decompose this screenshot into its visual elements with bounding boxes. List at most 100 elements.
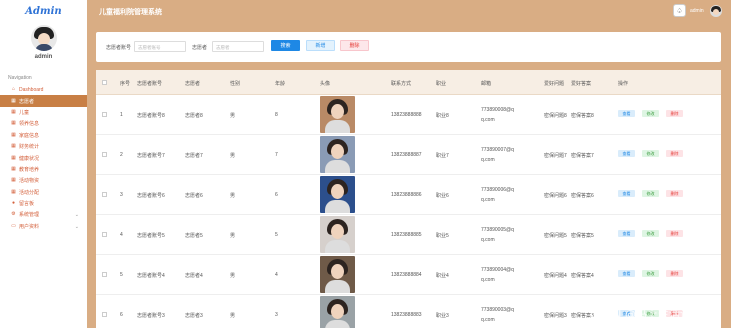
row-delete-button[interactable]: 删除 [666, 110, 683, 117]
cell-gender: 男 [230, 113, 236, 119]
cell-account: 志愿者账号3 [137, 313, 165, 319]
account-search-input[interactable]: 志愿者账号 [134, 41, 186, 52]
grid-icon: ▦ [11, 177, 16, 184]
sidebar-item-label: 活动分配 [19, 189, 40, 196]
cell-email-domain: q.com [481, 237, 495, 243]
sidebar-nav: ⌂ Dashboard ▦ 志愿者 ▦ 儿童 ▦ 领养信息 ▦ 家庭信息 ▦ 财务统计 ▦ 健康状况 ▦ 教育… [0, 84, 87, 232]
avatar-photo [320, 256, 355, 293]
column-header: 志愿者账号 [137, 81, 163, 87]
cell-gender: 男 [230, 233, 236, 239]
cell-question: 密保问题8 [544, 113, 567, 119]
view-button[interactable]: 查看 [618, 110, 635, 117]
app-title: 儿童福利院管理系统 [99, 9, 162, 16]
sidebar-item-7[interactable]: ▦ 教育培养 [0, 164, 87, 175]
header-username[interactable]: admin [690, 8, 704, 14]
cell-age: 5 [275, 232, 278, 238]
cell-account: 志愿者账号6 [137, 193, 165, 199]
column-header: 职业 [436, 81, 447, 87]
home-icon: ⌂ [11, 86, 16, 93]
cell-phone: 13823888885 [391, 232, 422, 238]
row-checkbox[interactable] [102, 152, 107, 157]
column-header: 序号 [120, 81, 131, 87]
cell-email: 773890003@q [481, 307, 514, 313]
cell-age: 7 [275, 152, 278, 158]
view-button[interactable]: 查看 [618, 150, 635, 157]
brand-text: Admin [25, 5, 62, 17]
row-checkbox[interactable] [102, 192, 107, 197]
edit-button[interactable]: 修改 [642, 190, 659, 197]
delete-button[interactable]: 删除 [340, 40, 369, 51]
cell-job: 职业7 [436, 153, 449, 159]
edit-button[interactable]: 修改 [642, 270, 659, 277]
account-label: 志愿者账号 [106, 45, 132, 51]
row-delete-button[interactable]: 删除 [666, 270, 683, 277]
cell-answer: 密保答案7 [571, 153, 594, 159]
grid-icon: ▦ [11, 154, 16, 161]
avatar-photo [320, 176, 355, 213]
edit-button[interactable]: 修改 [642, 150, 659, 157]
sidebar-item-6[interactable]: ▦ 健康状况 [0, 152, 87, 163]
sidebar-item-8[interactable]: ▦ 活动物资 [0, 175, 87, 186]
sidebar-item-10[interactable]: ● 留言板 [0, 198, 87, 209]
cell-email: 773890007@q [481, 147, 514, 153]
view-button[interactable]: 查看 [618, 270, 635, 277]
column-header: 联系方式 [391, 81, 412, 87]
cell-answer: 密保答案4 [571, 273, 594, 279]
sidebar-item-label: 系统管理 [19, 212, 40, 219]
add-button[interactable]: 新增 [306, 40, 335, 51]
cell-name: 志愿者3 [185, 313, 203, 319]
table-row: 2 志愿者账号7 志愿者7 男 7 13823888887 职业7 密保问题7 密保答案7 773… [96, 135, 721, 175]
sidebar-item-label: Dashboard [19, 86, 44, 93]
cell-phone: 13823888884 [391, 272, 422, 278]
column-header: 邮箱 [481, 81, 492, 87]
cell-email: 773890005@q [481, 227, 514, 233]
cell-email: 773890004@q [481, 267, 514, 273]
row-checkbox[interactable] [102, 112, 107, 117]
volunteer-search-input[interactable]: 志愿者 [212, 41, 264, 52]
cell-job: 职业4 [436, 273, 449, 279]
view-button[interactable]: 查看 [618, 190, 635, 197]
avatar-photo [320, 136, 355, 173]
cell-name: 志愿者5 [185, 233, 203, 239]
row-delete-button[interactable]: 删除 [666, 230, 683, 237]
search-button[interactable]: 搜索 [271, 40, 300, 51]
view-button[interactable]: 查看 [618, 230, 635, 237]
edit-button[interactable]: 修改 [642, 110, 659, 117]
cell-job: 职业5 [436, 233, 449, 239]
column-header: 头像 [320, 81, 331, 87]
sidebar-item-9[interactable]: ▦ 活动分配 [0, 187, 87, 198]
row-delete-button[interactable]: 删除 [666, 150, 683, 157]
cell-question: 密保问题5 [544, 233, 567, 239]
edit-button[interactable]: 修改 [642, 230, 659, 237]
row-checkbox[interactable] [102, 232, 107, 237]
cell-age: 3 [275, 312, 278, 318]
avatar-photo [320, 216, 355, 253]
sidebar-item-12[interactable]: ▭ 用户资料 ⌄ [0, 221, 87, 232]
cell-index: 2 [120, 152, 123, 158]
bell-icon[interactable]: ♤ [673, 4, 686, 17]
cell-age: 6 [275, 192, 278, 198]
row-checkbox[interactable] [102, 312, 107, 317]
column-header: 操作 [618, 81, 629, 87]
cell-gender: 男 [230, 273, 236, 279]
sidebar-item-0[interactable]: ⌂ Dashboard [0, 84, 87, 95]
sidebar-item-11[interactable]: ⚙ 系统管理 ⌄ [0, 209, 87, 220]
nav-caption: Navigation [8, 75, 32, 81]
header-avatar[interactable] [710, 5, 722, 17]
row-delete-button[interactable]: 删除 [666, 190, 683, 197]
table-header: 序号 志愿者账号 志愿者 性别 年龄 头像 联系方式 职业 邮箱 爱好问题 爱好答案 操作 [96, 70, 721, 95]
sidebar-item-1[interactable]: ▦ 志愿者 [0, 95, 87, 107]
row-checkbox[interactable] [102, 272, 107, 277]
sidebar-item-4[interactable]: ▦ 家庭信息 [0, 130, 87, 141]
avatar-photo [320, 296, 355, 328]
column-header: 性别 [230, 81, 241, 87]
cell-email-domain: q.com [481, 197, 495, 203]
sidebar-item-5[interactable]: ▦ 财务统计 [0, 141, 87, 152]
cell-email-domain: q.com [481, 317, 495, 323]
volunteer-label: 志愿者 [192, 45, 208, 51]
sidebar-item-3[interactable]: ▦ 领养信息 [0, 118, 87, 129]
sidebar-item-2[interactable]: ▦ 儿童 [0, 107, 87, 118]
select-all-checkbox[interactable] [102, 80, 107, 85]
chevron-down-icon: ⌄ [74, 223, 79, 230]
table-row: 3 志愿者账号6 志愿者6 男 6 13823888886 职业6 密保问题6 密保答案6 773… [96, 175, 721, 215]
